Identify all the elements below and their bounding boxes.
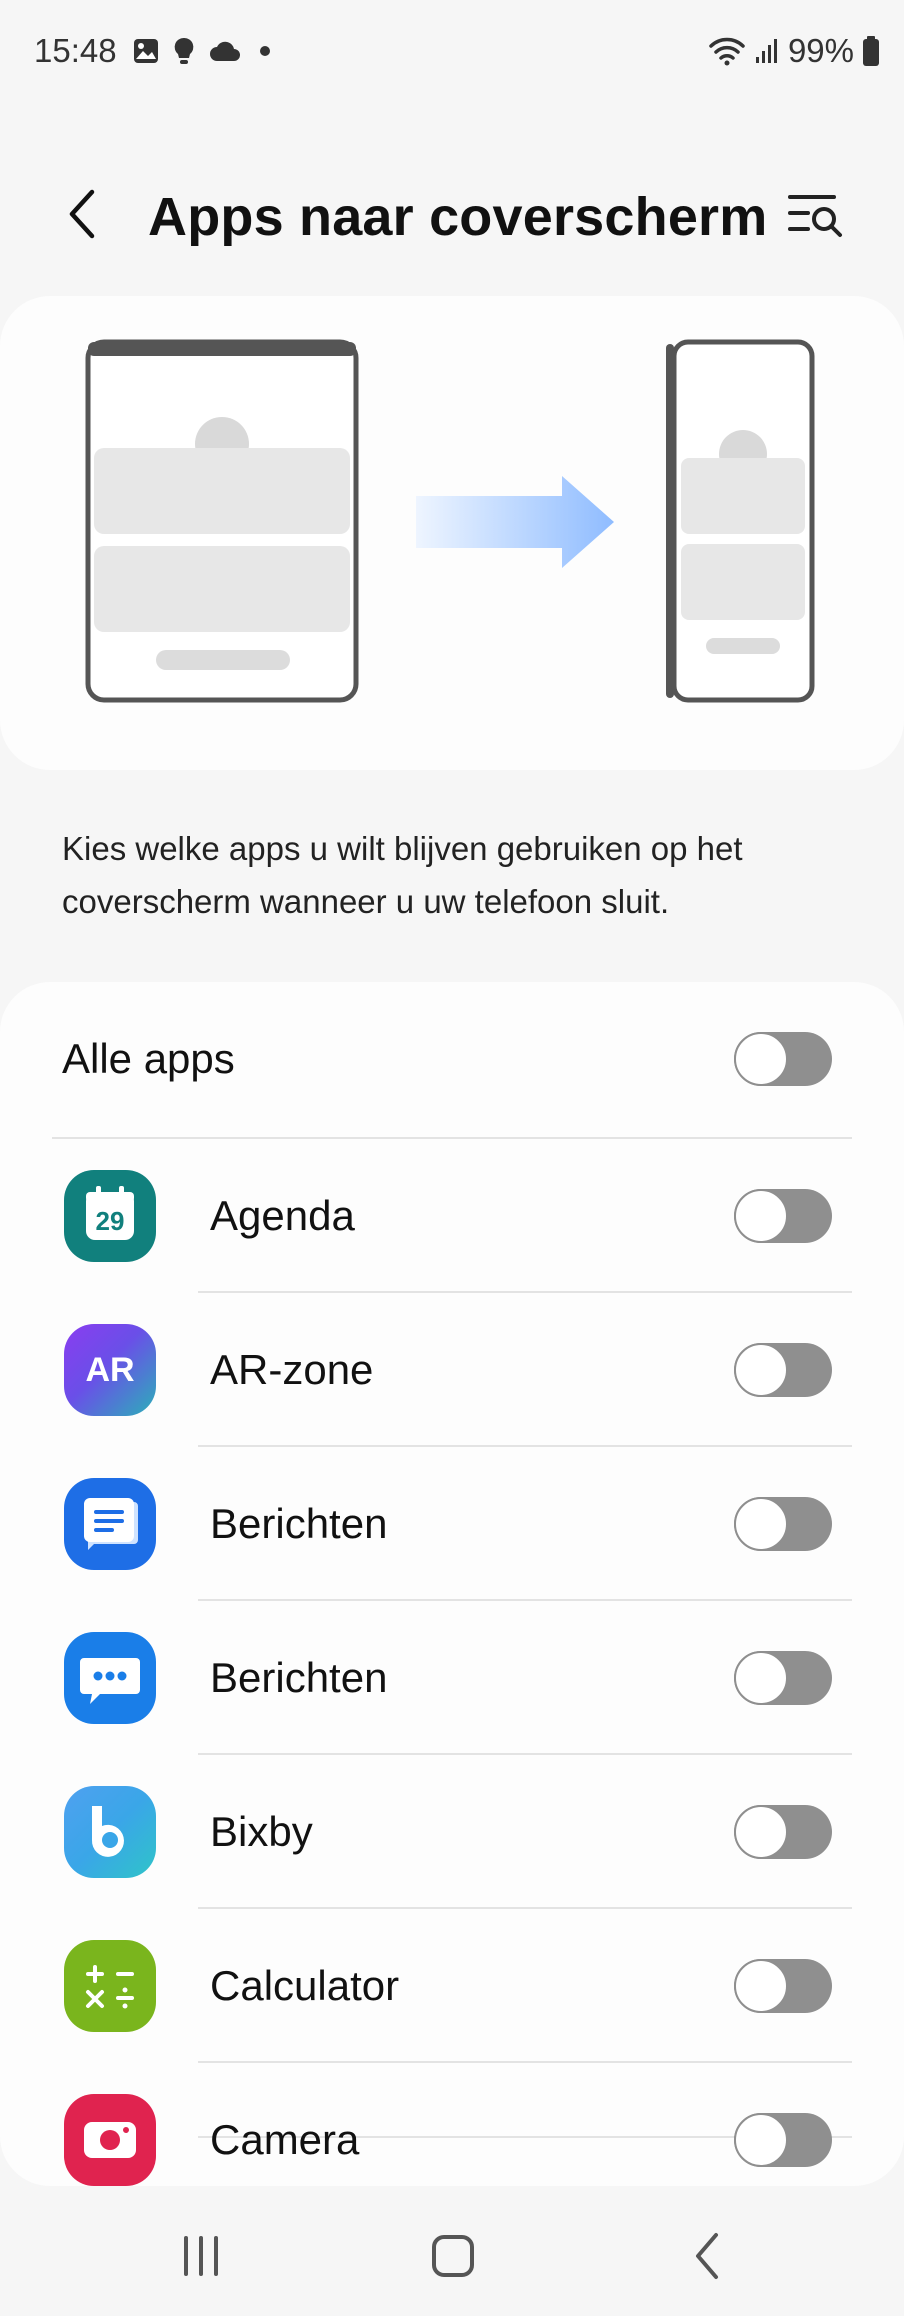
toggle-calculator[interactable] bbox=[734, 1959, 832, 2013]
battery-percent: 99% bbox=[787, 32, 854, 69]
toggle-berichten-google[interactable] bbox=[734, 1497, 832, 1551]
app-header: Apps naar coverscherm bbox=[0, 160, 904, 270]
app-row-calculator[interactable]: Calculator bbox=[0, 1909, 904, 2063]
signal-icon bbox=[755, 39, 777, 63]
nav-back-button[interactable] bbox=[662, 2216, 752, 2296]
bulb-icon bbox=[174, 37, 194, 64]
ar-zone-icon-text: AR bbox=[85, 1350, 135, 1389]
back-icon bbox=[696, 2233, 718, 2279]
toggle-knob bbox=[734, 1497, 788, 1551]
app-label-berichten-samsung: Berichten bbox=[210, 1654, 388, 1701]
description-text: Kies welke apps u wilt blijven gebruiken… bbox=[62, 830, 743, 920]
app-row-camera[interactable]: Camera bbox=[0, 2063, 904, 2186]
app-label-ar-zone: AR-zone bbox=[210, 1346, 374, 1393]
status-left-icons bbox=[132, 36, 276, 66]
divider bbox=[198, 1753, 852, 1755]
toggle-ar-zone[interactable] bbox=[734, 1343, 832, 1397]
google-messages-icon bbox=[64, 1478, 156, 1570]
divider bbox=[198, 1291, 852, 1293]
toggle-knob bbox=[734, 1651, 788, 1705]
app-row-berichten-samsung[interactable]: Berichten bbox=[0, 1601, 904, 1755]
toggle-agenda[interactable] bbox=[734, 1189, 832, 1243]
toggle-berichten-samsung[interactable] bbox=[734, 1651, 832, 1705]
app-row-ar-zone[interactable]: AR AR-zone bbox=[0, 1293, 904, 1447]
camera-icon bbox=[64, 2094, 156, 2186]
toggle-knob bbox=[734, 1959, 788, 2013]
toggle-bixby[interactable] bbox=[734, 1805, 832, 1859]
app-row-agenda[interactable]: 29 Agenda bbox=[0, 1139, 904, 1293]
toggle-camera[interactable] bbox=[734, 2113, 832, 2167]
toggle-knob bbox=[734, 1805, 788, 1859]
home-button[interactable] bbox=[408, 2216, 498, 2296]
page-title: Apps naar coverscherm bbox=[148, 187, 768, 247]
toggle-knob bbox=[734, 2113, 788, 2167]
toggle-knob bbox=[734, 1189, 788, 1243]
app-label-bixby: Bixby bbox=[210, 1808, 313, 1855]
toggle-knob bbox=[734, 1343, 788, 1397]
app-label-berichten-google: Berichten bbox=[210, 1500, 388, 1547]
calendar-icon-text: 29 bbox=[96, 1206, 125, 1236]
app-label-calculator: Calculator bbox=[210, 1962, 400, 2009]
cover-screen-illustration bbox=[85, 339, 815, 703]
navigation-bar bbox=[0, 2196, 904, 2316]
divider bbox=[198, 2061, 852, 2063]
recents-icon bbox=[184, 2236, 218, 2276]
app-label-agenda: Agenda bbox=[210, 1192, 355, 1239]
wifi-icon bbox=[709, 37, 745, 66]
transition-arrow bbox=[416, 476, 614, 568]
ar-zone-icon: AR bbox=[64, 1324, 156, 1416]
status-bar: 15:48 99% bbox=[0, 0, 904, 104]
cover-phone bbox=[666, 339, 815, 703]
chevron-left-icon bbox=[69, 189, 95, 239]
app-label-camera: Camera bbox=[210, 2116, 360, 2163]
toggle-knob bbox=[734, 1032, 788, 1086]
all-apps-label: Alle apps bbox=[62, 1035, 235, 1082]
search-button[interactable] bbox=[780, 182, 852, 246]
all-apps-toggle[interactable] bbox=[734, 1032, 832, 1086]
home-icon bbox=[432, 2235, 474, 2277]
list-search-icon bbox=[788, 195, 842, 237]
samsung-messages-icon bbox=[64, 1632, 156, 1724]
battery-icon bbox=[863, 36, 879, 66]
divider bbox=[198, 1907, 852, 1909]
illustration-card bbox=[0, 296, 904, 770]
dot-icon bbox=[260, 46, 270, 56]
app-row-berichten-google[interactable]: Berichten bbox=[0, 1447, 904, 1601]
calendar-icon: 29 bbox=[64, 1170, 156, 1262]
divider bbox=[198, 1599, 852, 1601]
bixby-icon bbox=[64, 1786, 156, 1878]
app-row-bixby[interactable]: Bixby bbox=[0, 1755, 904, 1909]
back-button[interactable] bbox=[50, 182, 114, 246]
all-apps-row[interactable]: Alle apps bbox=[0, 982, 904, 1136]
recents-button[interactable] bbox=[156, 2216, 246, 2296]
divider bbox=[198, 1445, 852, 1447]
apps-list-card: Alle apps 29 Agenda AR AR-zone Berichten… bbox=[0, 982, 904, 2186]
calculator-icon bbox=[64, 1940, 156, 2032]
gallery-icon bbox=[134, 39, 158, 63]
status-right: 99% bbox=[708, 32, 880, 70]
unfolded-phone bbox=[85, 339, 359, 703]
cloud-icon bbox=[210, 41, 240, 61]
status-time: 15:48 bbox=[34, 32, 117, 69]
